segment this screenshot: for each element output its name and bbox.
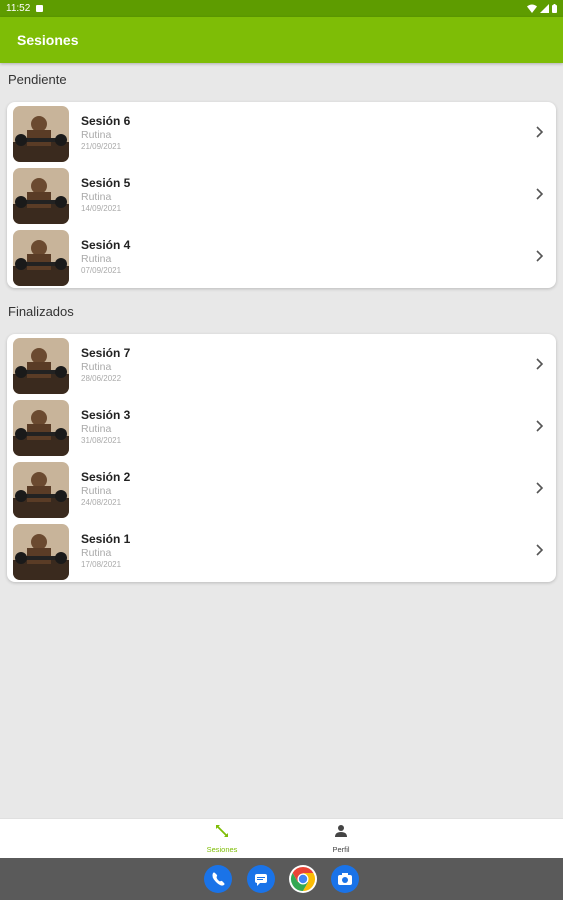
chrome-icon[interactable] <box>289 865 317 893</box>
status-time: 11:52 <box>6 3 31 14</box>
finished-sessions-card: Sesión 7 Rutina 28/06/2022 Sesión 3 Ruti… <box>7 334 556 582</box>
nav-item-perfil[interactable]: Perfil <box>311 824 371 854</box>
session-thumbnail <box>13 230 69 286</box>
session-row[interactable]: Sesión 4 Rutina 07/09/2021 <box>7 226 556 288</box>
session-date: 24/08/2021 <box>81 498 122 507</box>
session-date: 21/09/2021 <box>81 142 122 151</box>
signal-icon <box>540 4 549 13</box>
section-label-pendiente: Pendiente <box>8 72 67 87</box>
app-bar: Sesiones <box>0 17 563 63</box>
session-subtitle: Rutina <box>81 191 112 203</box>
nav-label-perfil: Perfil <box>332 845 350 854</box>
session-subtitle: Rutina <box>81 129 112 141</box>
person-icon <box>335 825 347 837</box>
session-thumbnail <box>13 168 69 224</box>
session-title: Sesión 6 <box>81 114 131 128</box>
chevron-right-icon <box>536 544 544 556</box>
session-subtitle: Rutina <box>81 361 112 373</box>
session-title: Sesión 4 <box>81 238 131 252</box>
session-row[interactable]: Sesión 6 Rutina 21/09/2021 <box>7 102 556 164</box>
nav-item-sesiones[interactable]: Sesiones <box>192 824 252 854</box>
session-title: Sesión 7 <box>81 346 131 360</box>
session-date: 07/09/2021 <box>81 266 122 275</box>
session-row[interactable]: Sesión 3 Rutina 31/08/2021 <box>7 396 556 458</box>
messages-icon[interactable] <box>247 865 275 893</box>
session-row[interactable]: Sesión 2 Rutina 24/08/2021 <box>7 458 556 520</box>
arrows-expand-icon <box>216 825 228 837</box>
session-date: 17/08/2021 <box>81 560 122 569</box>
session-row[interactable]: Sesión 7 Rutina 28/06/2022 <box>7 334 556 396</box>
session-list: Pendiente Sesión 6 Rutina 21/09/2021 Ses… <box>0 63 563 582</box>
pending-sessions-card: Sesión 6 Rutina 21/09/2021 Sesión 5 Ruti… <box>7 102 556 288</box>
session-row[interactable]: Sesión 1 Rutina 17/08/2021 <box>7 520 556 582</box>
session-date: 14/09/2021 <box>81 204 122 213</box>
session-thumbnail <box>13 462 69 518</box>
system-dock <box>0 858 563 900</box>
session-title: Sesión 3 <box>81 408 131 422</box>
session-subtitle: Rutina <box>81 485 112 497</box>
session-thumbnail <box>13 338 69 394</box>
session-title: Sesión 1 <box>81 532 131 546</box>
session-subtitle: Rutina <box>81 547 112 559</box>
section-label-finalizados: Finalizados <box>8 304 74 319</box>
chevron-right-icon <box>536 482 544 494</box>
chevron-right-icon <box>536 358 544 370</box>
session-subtitle: Rutina <box>81 423 112 435</box>
session-date: 31/08/2021 <box>81 436 122 445</box>
session-date: 28/06/2022 <box>81 374 122 383</box>
chevron-right-icon <box>536 126 544 138</box>
session-title: Sesión 5 <box>81 176 131 190</box>
session-thumbnail <box>13 524 69 580</box>
session-row[interactable]: Sesión 5 Rutina 14/09/2021 <box>7 164 556 226</box>
chevron-right-icon <box>536 420 544 432</box>
chevron-right-icon <box>536 250 544 262</box>
phone-icon[interactable] <box>204 865 232 893</box>
session-title: Sesión 2 <box>81 470 131 484</box>
notification-icon <box>36 5 44 12</box>
chevron-right-icon <box>536 188 544 200</box>
nav-label-sesiones: Sesiones <box>206 845 238 854</box>
session-thumbnail <box>13 106 69 162</box>
page-title: Sesiones <box>17 32 79 48</box>
session-thumbnail <box>13 400 69 456</box>
status-bar: 11:52 <box>0 0 563 17</box>
wifi-icon <box>527 4 537 13</box>
camera-icon[interactable] <box>331 865 359 893</box>
bottom-navigation: Sesiones Perfil <box>0 818 563 859</box>
session-subtitle: Rutina <box>81 253 112 265</box>
battery-icon <box>552 4 557 13</box>
